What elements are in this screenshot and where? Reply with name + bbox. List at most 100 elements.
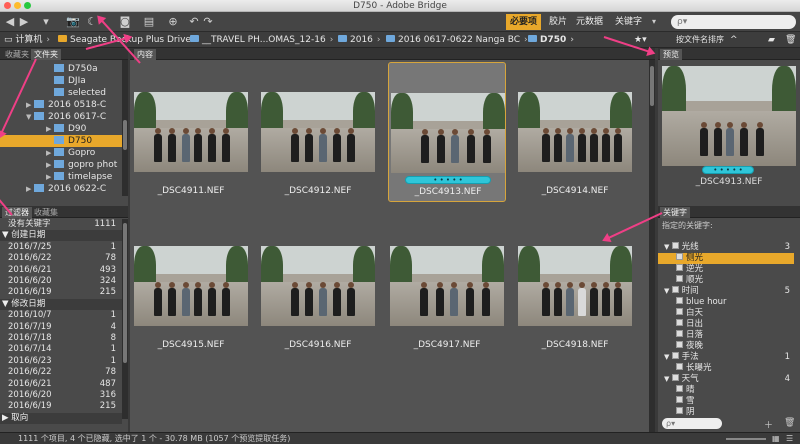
back-icon[interactable]: ◀ <box>4 15 16 29</box>
thumbnail-image[interactable] <box>518 92 632 172</box>
star-filter-icon[interactable]: ★▾ <box>634 34 647 46</box>
rotate-right-icon[interactable]: ↷ <box>202 15 214 29</box>
keyword-checkbox[interactable] <box>676 275 683 282</box>
keyword-checkbox[interactable] <box>671 374 679 381</box>
rotate-left-icon[interactable]: ↶ <box>188 15 200 29</box>
folder-tree-item[interactable]: ▶ 2016 0622-C <box>0 183 122 195</box>
disclosure-triangle-icon[interactable]: ▼ <box>664 375 672 383</box>
thumbnail[interactable]: _DSC4916.NEF <box>259 216 377 356</box>
keyword-checkbox[interactable] <box>676 341 683 348</box>
search-input[interactable]: ρ▾ <box>671 15 796 29</box>
scrollbar-thumb[interactable] <box>650 66 654 106</box>
delete-keyword-icon[interactable]: 🗑 <box>784 418 795 428</box>
scrollbar-thumb[interactable] <box>123 223 127 363</box>
thumbnail[interactable]: • • • • • _DSC4913.NEF <box>388 62 506 202</box>
breadcrumb-travel-folder[interactable]: __TRAVEL PH...OMAS_12-16 › <box>190 34 333 46</box>
folder-tree-item[interactable]: D750 <box>0 135 122 147</box>
filter-category[interactable]: ▼ 创建日期 <box>0 230 122 242</box>
keyword-item[interactable]: blue hour <box>658 297 794 308</box>
sort-dropdown[interactable]: 按文件名排序 <box>676 34 724 46</box>
content-scrollbar[interactable] <box>649 60 655 432</box>
scrollbar-thumb[interactable] <box>123 120 127 150</box>
tab-collections[interactable]: 收藏集 <box>31 207 61 218</box>
filter-row[interactable]: 2016/6/20 324 <box>0 276 122 287</box>
keyword-checkbox[interactable] <box>676 407 683 414</box>
keyword-group[interactable]: ▼ 光线 3 <box>658 242 794 253</box>
workspace-menu-icon[interactable]: ▾ <box>649 15 659 29</box>
filter-row[interactable]: 2016/6/21 493 <box>0 265 122 276</box>
folder-tree-item[interactable]: ▶ D90 <box>0 123 122 135</box>
folder-tree-item[interactable]: DJIa <box>0 75 122 87</box>
filter-row[interactable]: 2016/7/25 1 <box>0 242 122 253</box>
breadcrumb-computer[interactable]: ▭ 计算机 › <box>4 34 50 46</box>
thumbnail[interactable]: _DSC4911.NEF <box>132 62 250 202</box>
grid-view-icon[interactable]: ▦ <box>772 433 780 444</box>
add-keyword-icon[interactable]: ＋ <box>764 418 773 431</box>
publish-icon[interactable]: ⊕ <box>166 15 180 29</box>
filter-row[interactable]: 2016/6/20 316 <box>0 390 122 401</box>
thumbnail-image[interactable] <box>134 246 248 326</box>
keyword-checkbox[interactable] <box>676 319 683 326</box>
list-view-icon[interactable]: ☰ <box>786 433 793 444</box>
keyword-item[interactable]: 日落 <box>658 330 794 341</box>
zoom-slider[interactable] <box>726 438 766 440</box>
disclosure-triangle-icon[interactable]: ▶ <box>46 171 54 183</box>
folder-tree-item[interactable]: ▼ 2016 0617-C <box>0 111 122 123</box>
keyword-item[interactable]: 夜晚 <box>658 341 794 352</box>
filter-row[interactable]: 2016/7/18 8 <box>0 333 122 344</box>
keyword-checkbox[interactable] <box>676 396 683 403</box>
folder-tree-item[interactable]: ▶ timelapse <box>0 171 122 183</box>
keyword-item[interactable]: 白天 <box>658 308 794 319</box>
filter-row[interactable]: 2016/7/19 4 <box>0 322 122 333</box>
forward-icon[interactable]: ▶ <box>18 15 30 29</box>
thumbnail[interactable]: _DSC4912.NEF <box>259 62 377 202</box>
thumbnail[interactable]: _DSC4918.NEF <box>516 216 634 356</box>
workspace-filmstrip[interactable]: 胶片 <box>545 14 571 30</box>
open-camera-raw-icon[interactable]: ◙ <box>118 15 132 29</box>
filter-row[interactable]: 2016/6/19 215 <box>0 401 122 412</box>
disclosure-triangle-icon[interactable]: ▼ <box>664 353 672 361</box>
filter-category[interactable]: ▼ 修改日期 <box>0 298 122 310</box>
keyword-item[interactable]: 雪 <box>658 396 794 407</box>
filter-row[interactable]: 2016/6/19 215 <box>0 287 122 298</box>
preview-rating-bar[interactable]: • • • • • <box>702 166 754 174</box>
disclosure-triangle-icon[interactable]: ▼ <box>26 111 34 123</box>
disclosure-triangle-icon[interactable]: ▶ <box>26 183 34 195</box>
filter-row[interactable]: 2016/10/7 1 <box>0 310 122 321</box>
filter-row[interactable]: 2016/7/14 1 <box>0 344 122 355</box>
output-icon[interactable]: ▤ <box>142 15 156 29</box>
sort-order-icon[interactable]: ^ <box>730 34 738 46</box>
filter-row[interactable]: 2016/6/23 1 <box>0 356 122 367</box>
folder-tree-item[interactable]: ▶ gopro phot <box>0 159 122 171</box>
filter-row[interactable]: 2016/6/22 78 <box>0 367 122 378</box>
tab-favorites[interactable]: 收藏夹 <box>2 49 32 60</box>
keyword-item[interactable]: 逆光 <box>658 264 794 275</box>
workspace-essentials[interactable]: 必要项 <box>506 14 542 30</box>
keyword-checkbox[interactable] <box>671 242 679 249</box>
disclosure-triangle-icon[interactable]: ▶ <box>46 159 54 171</box>
keyword-item[interactable]: 日出 <box>658 319 794 330</box>
keyword-checkbox[interactable] <box>676 385 683 392</box>
thumbnail-image[interactable] <box>261 92 375 172</box>
thumbnail[interactable]: _DSC4915.NEF <box>132 216 250 356</box>
keyword-item[interactable]: 长曝光 <box>658 363 794 374</box>
keyword-group[interactable]: ▼ 天气 4 <box>658 374 794 385</box>
disclosure-triangle-icon[interactable]: ▼ <box>664 287 672 295</box>
thumbnail[interactable]: _DSC4917.NEF <box>388 216 506 356</box>
delete-icon[interactable]: 🗑 <box>785 34 796 46</box>
breadcrumb-current-folder[interactable]: D750 › <box>528 34 574 46</box>
keyword-item[interactable]: 顺光 <box>658 275 794 286</box>
keyword-checkbox[interactable] <box>676 308 683 315</box>
keyword-item[interactable]: 阴 <box>658 407 794 418</box>
filter-category[interactable]: ▶ 取向 <box>0 412 122 424</box>
disclosure-triangle-icon[interactable]: ▶ <box>26 99 34 111</box>
recent-files-icon[interactable]: ▾ <box>38 15 54 29</box>
keyword-item[interactable]: 侧光 <box>658 253 794 264</box>
keyword-checkbox[interactable] <box>676 253 683 260</box>
folder-tree-item[interactable]: ▶ Gopro <box>0 147 122 159</box>
folder-tree-item[interactable]: D750a <box>0 63 122 75</box>
filter-row[interactable]: 没有关键字 1111 <box>0 219 122 230</box>
keyword-checkbox[interactable] <box>676 297 683 304</box>
tab-keywords[interactable]: 关键字 <box>660 207 690 218</box>
keyword-item[interactable]: 晴 <box>658 385 794 396</box>
